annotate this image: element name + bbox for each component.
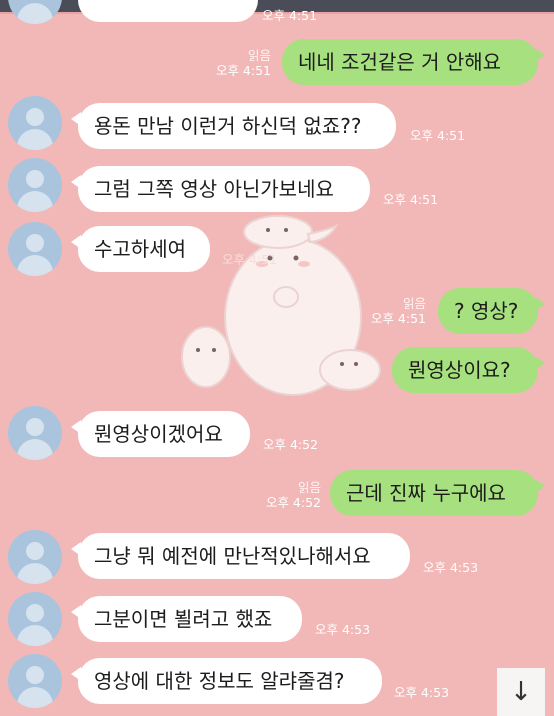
message-bubble-outgoing[interactable]: ? 영상? [438,288,545,334]
sender-avatar[interactable] [8,530,62,584]
sender-avatar[interactable] [8,0,62,24]
sender-avatar[interactable] [8,406,62,460]
message-time: 오후 4:53 [423,560,479,575]
message-time-partial: 오후 4:51 [262,8,318,23]
message-bubble-incoming[interactable]: 뭔영상이겠어요 [71,411,250,457]
read-receipt: 읽음 [247,48,271,63]
message-bubble-outgoing[interactable]: 뭔영상이요? [392,347,545,393]
message-bubble-partial [78,0,258,22]
read-receipt: 읽음 [402,296,426,311]
message-time: 오후 4:51 [222,252,278,267]
message-bubble-incoming[interactable]: 수고하세여 [71,226,210,272]
message-bubble-incoming[interactable]: 그분이면 뵐려고 했죠 [71,596,302,642]
message-time: 오후 4:52 [265,495,321,510]
sender-avatar[interactable] [8,96,62,150]
mascot-sticker-illustration [181,215,381,396]
sender-avatar[interactable] [8,158,62,212]
message-meta: 읽음 오후 4:52 [255,480,321,510]
message-bubble-outgoing[interactable]: 근데 진짜 누구에요 [330,470,545,516]
message-bubble-outgoing[interactable]: 네네 조건같은 거 안해요 [282,39,545,85]
arrow-down-icon: ↓ [510,677,532,707]
message-time: 오후 4:51 [410,128,466,143]
message-meta: 읽음 오후 4:51 [360,296,426,326]
message-time: 오후 4:52 [263,437,319,452]
message-bubble-incoming[interactable]: 그럼 그쪽 영상 아닌가보네요 [71,166,370,212]
scroll-to-bottom-button[interactable]: ↓ [497,668,545,716]
sender-avatar[interactable] [8,592,62,646]
message-meta: 읽음 오후 4:51 [205,48,271,78]
message-time: 오후 4:53 [394,685,450,700]
message-time: 오후 4:51 [215,63,271,78]
message-bubble-incoming[interactable]: 영상에 대한 정보도 알랴줄겸? [71,658,382,704]
message-time: 오후 4:51 [383,192,439,207]
message-time: 오후 4:51 [370,311,426,326]
read-receipt: 읽음 [297,480,321,495]
message-time: 오후 4:53 [315,622,371,637]
sender-avatar[interactable] [8,222,62,276]
sender-avatar[interactable] [8,654,62,708]
message-bubble-incoming[interactable]: 용돈 만남 이런거 하신덕 없죠?? [71,103,396,149]
message-bubble-incoming[interactable]: 그냥 뭐 예전에 만난적있나해서요 [71,533,410,579]
